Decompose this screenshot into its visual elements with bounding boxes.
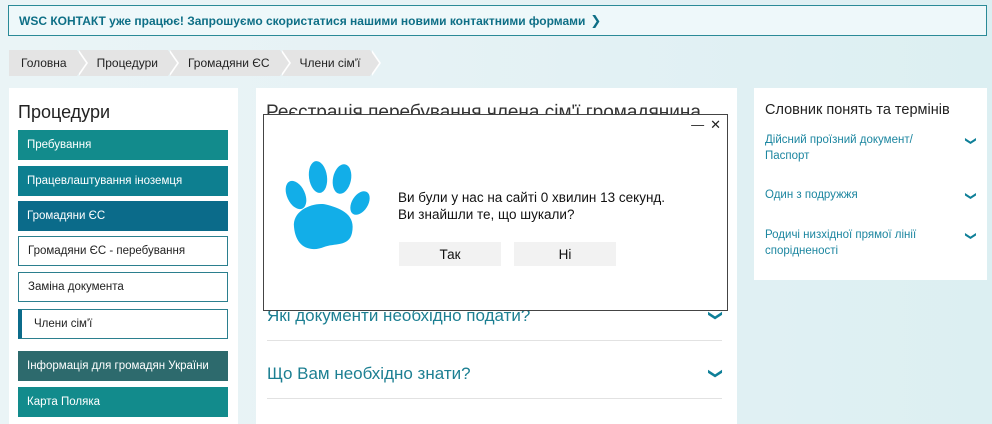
yes-button[interactable]: Так <box>399 242 501 266</box>
glossary-item-passport[interactable]: Дійсний проїзний документ/ Паспорт ❯ <box>765 132 977 164</box>
sidebar-item-pole-card[interactable]: Карта Поляка <box>18 387 228 417</box>
sidebar-item-employment[interactable]: Працевлаштування іноземця <box>18 166 228 196</box>
glossary-item-spouse[interactable]: Один з подружжя ❯ <box>765 187 977 204</box>
breadcrumb-family-members[interactable]: Члени сім'ї <box>281 50 382 76</box>
chevron-down-icon: ❯ <box>964 231 977 241</box>
breadcrumb: Головна Процедури Громадяни ЄС Члени сім… <box>9 50 382 76</box>
sidebar-item-eu-residence[interactable]: Громадяни ЄС - перебування <box>18 236 228 266</box>
sidebar-item-eu-citizens[interactable]: Громадяни ЄС <box>18 201 228 231</box>
paw-icon <box>285 161 370 250</box>
chevron-down-icon: ❯ <box>964 136 977 146</box>
glossary-panel: Словник понять та термінів Дійсний проїз… <box>754 88 987 280</box>
glossary-item-label: Дійсний проїзний документ/ Паспорт <box>765 134 913 162</box>
sidebar-item-document-replacement[interactable]: Заміна документа <box>18 272 228 302</box>
sidebar-item-residence[interactable]: Пребування <box>18 130 228 160</box>
announcement-banner[interactable]: WSC КОНТАКТ уже працює! Запрошуємо скори… <box>8 5 987 36</box>
chevron-down-icon: ❯ <box>708 309 725 322</box>
accordion-label: Що Вам необхідно знати? <box>267 363 471 383</box>
window-controls: — ✕ <box>691 117 721 133</box>
visit-duration-text: Ви були у нас на сайті 0 хвилин 13 секун… <box>398 190 666 205</box>
chevron-down-icon: ❯ <box>708 367 725 380</box>
sidebar-item-family-members[interactable]: Члени сім'ї <box>18 309 228 339</box>
sidebar-title: Процедури <box>18 102 111 122</box>
minimize-icon[interactable]: — <box>691 117 704 133</box>
chevron-right-icon: ❯ <box>590 12 602 28</box>
glossary-title: Словник понять та термінів <box>765 102 950 118</box>
breadcrumb-eu-citizens[interactable]: Громадяни ЄС <box>169 50 291 76</box>
survey-message: Ви були у нас на сайті 0 хвилин 13 секун… <box>398 189 665 223</box>
glossary-item-label: Один з подружжя <box>765 189 858 201</box>
sidebar-item-ukraine-info[interactable]: Інформація для громадян України <box>18 351 228 381</box>
chevron-down-icon: ❯ <box>964 191 977 201</box>
close-icon[interactable]: ✕ <box>710 117 721 133</box>
survey-question: Ви знайшли те, що шукали? <box>398 207 575 222</box>
breadcrumb-procedures[interactable]: Процедури <box>78 50 180 76</box>
banner-text[interactable]: WSC КОНТАКТ уже працює! Запрошуємо скори… <box>19 14 585 28</box>
glossary-item-label: Родичі низхідної прямої лінії споріднено… <box>765 229 917 257</box>
procedures-sidebar: Процедури Пребування Працевлаштування ін… <box>9 88 238 424</box>
glossary-item-descendants[interactable]: Родичі низхідної прямої лінії споріднено… <box>765 227 977 259</box>
accordion-what-to-know[interactable]: Що Вам необхідно знати? ❯ <box>267 349 725 399</box>
no-button[interactable]: Ні <box>514 242 616 266</box>
breadcrumb-home[interactable]: Головна <box>9 50 88 76</box>
survey-dialog: — ✕ Ви були у нас на сайті 0 хвилин 13 с… <box>263 114 728 311</box>
